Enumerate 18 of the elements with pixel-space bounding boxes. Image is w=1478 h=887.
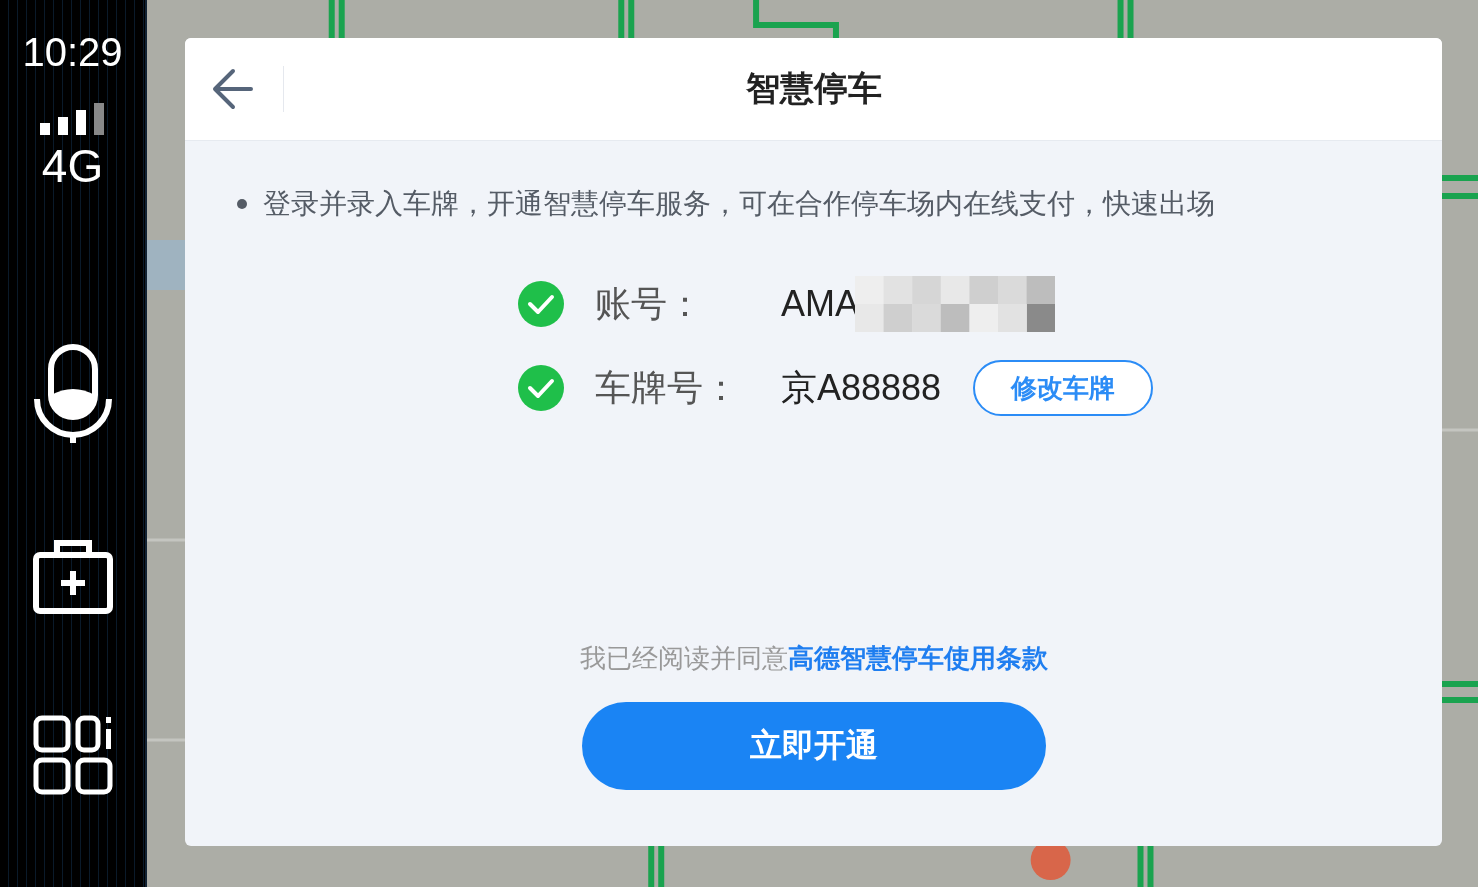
first-aid-kit-icon[interactable] <box>32 537 113 615</box>
notice-text: 登录并录入车牌，开通智慧停车服务，可在合作停车场内在线支付，快速出场 <box>263 186 1215 222</box>
terms-link[interactable]: 高德智慧停车使用条款 <box>787 641 1048 676</box>
activate-button[interactable]: 立即开通 <box>581 702 1046 790</box>
app-grid-icon[interactable] <box>32 715 113 795</box>
bullet-icon <box>237 199 247 209</box>
network-label: 4G <box>41 139 104 193</box>
microphone-icon[interactable] <box>32 343 113 445</box>
edit-plate-button[interactable]: 修改车牌 <box>973 360 1154 416</box>
field-label: 车牌号： <box>595 365 740 410</box>
clock: 10:29 <box>22 30 123 75</box>
field-value: 京A88888 <box>781 365 942 410</box>
field-value: AMA <box>781 283 859 325</box>
back-button[interactable] <box>211 67 255 111</box>
signal-icon <box>39 103 106 135</box>
dialog-title: 智慧停车 <box>745 68 882 108</box>
agreement-text: 我已经阅读并同意 <box>579 642 788 675</box>
field-label: 账号： <box>595 281 704 326</box>
